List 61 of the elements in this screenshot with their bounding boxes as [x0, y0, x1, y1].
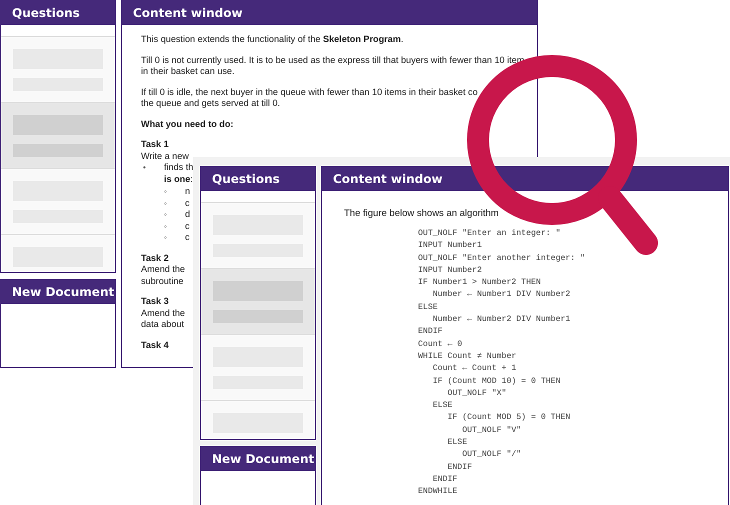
paragraph-line: This question extends the functionality of the Skeleton Program.: [141, 34, 404, 46]
bullet-text: finds th: [164, 162, 194, 174]
code-line: Count ← Count + 1: [432, 363, 518, 376]
code-line: OUT_NOLF "X": [446, 388, 508, 400]
bullet-text: n: [185, 186, 190, 198]
panel-title: Questions: [1, 1, 115, 25]
code-line: ELSE: [418, 302, 439, 314]
panel-title: Questions: [201, 167, 315, 191]
bullet-text: c: [185, 232, 190, 244]
code-line: INPUT Number2: [418, 264, 483, 277]
code-line: INPUT Number1: [418, 240, 483, 252]
panel-title: New Document: [201, 447, 315, 471]
task-heading: Task 2: [141, 252, 169, 264]
sub-bullet-mark: ◦: [164, 186, 168, 198]
task-text: Amend the: [141, 308, 185, 319]
code-line: OUT_NOLF "V": [461, 424, 522, 437]
bullet-mark: •: [143, 162, 147, 174]
code-line: IF (Count MOD 10) = 0 THEN: [432, 376, 562, 388]
paragraph-line: If till 0 is idle, the next buyer in the queue with fewer than 10 items in their basket co: [141, 86, 478, 98]
question-item[interactable]: [1, 103, 115, 169]
question-item[interactable]: [201, 203, 315, 269]
code-line: ENDIF: [418, 326, 444, 338]
heading: Task 4: [141, 340, 169, 351]
sub-bullet-mark: ◦: [164, 209, 168, 220]
question-item[interactable]: [201, 269, 315, 335]
heading: What you need to do:: [141, 118, 234, 130]
task-text: data about: [141, 319, 184, 330]
bullet-text: c: [185, 220, 190, 232]
bullet-text: d: [185, 209, 190, 220]
bullet-text: is one:: [164, 174, 193, 185]
paragraph-line: in their basket can use.: [141, 66, 235, 78]
intro-text: The figure below shows an algorithm: [344, 208, 500, 219]
panel-title: New Document: [1, 280, 115, 304]
code-line: Number ← Number2 DIV Number1: [432, 314, 572, 326]
sub-bullet-mark: ◦: [164, 220, 168, 232]
sub-bullet-mark: ◦: [164, 232, 168, 244]
task-heading: Task 1: [141, 139, 169, 150]
code-line: ELSE: [432, 400, 454, 412]
code-line: WHILE Count ≠ Number: [418, 350, 518, 363]
task-heading: Task 3: [141, 296, 169, 308]
code-line: OUT_NOLF "Enter an integer: ": [418, 228, 562, 240]
code-line: ELSE: [446, 437, 468, 450]
code-line: OUT_NOLF "/": [461, 449, 522, 462]
code-line: Number ← Number1 DIV Number2: [432, 289, 572, 302]
question-item[interactable]: [201, 335, 315, 401]
question-item[interactable]: [1, 169, 115, 235]
code-line: ENDIF: [432, 474, 458, 486]
code-line: IF Number1 > Number2 THEN: [418, 277, 542, 290]
sub-bullet-mark: ◦: [164, 198, 168, 209]
bullet-text: c: [185, 198, 190, 209]
task-text: subroutine: [141, 276, 184, 287]
code-line: OUT_NOLF "Enter another integer: ": [418, 252, 586, 265]
question-item[interactable]: [1, 37, 115, 103]
task-text: Write a new: [141, 150, 189, 162]
task-text: Amend the: [141, 264, 185, 276]
code-line: ENDWHILE: [418, 486, 458, 498]
panel-title: Content window: [122, 1, 537, 25]
paragraph-line: the queue and gets served at till 0.: [141, 98, 280, 110]
code-line: ENDIF: [446, 462, 474, 474]
code-line: IF (Count MOD 5) = 0 THEN: [446, 412, 572, 424]
code-line: Count ← 0: [418, 338, 464, 351]
